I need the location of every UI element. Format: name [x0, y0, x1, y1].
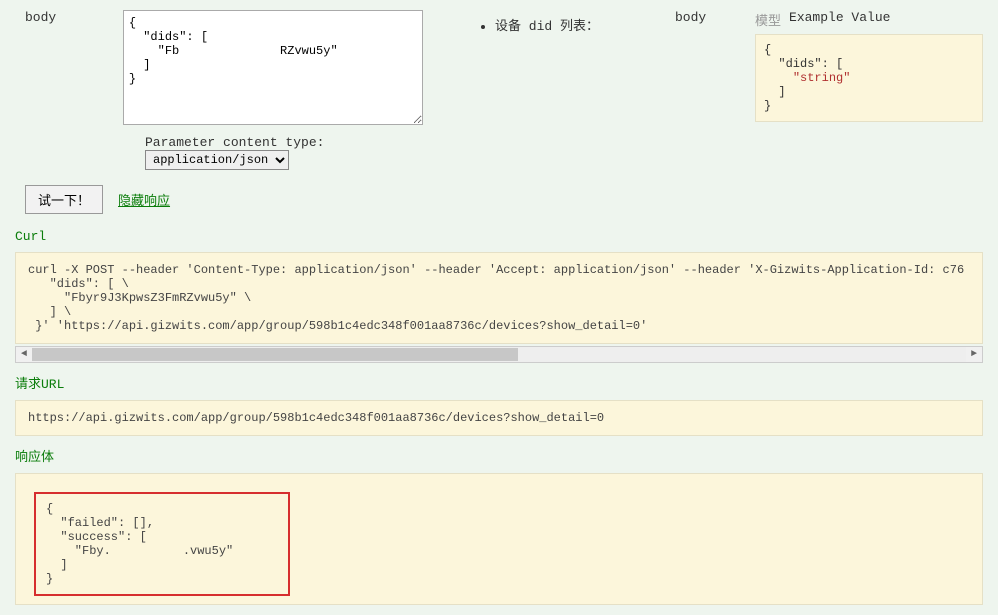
param-name-label: body [15, 10, 115, 25]
scroll-thumb[interactable] [32, 348, 518, 361]
scroll-left-arrow-icon[interactable]: ◄ [16, 347, 32, 362]
response-body-section-title: 响应体 [15, 446, 983, 465]
scroll-track[interactable] [32, 347, 966, 362]
description-list: 设备 did 列表： [475, 15, 655, 34]
curl-code-block[interactable]: curl -X POST --header 'Content-Type: app… [15, 252, 983, 344]
hide-response-link[interactable]: 隐藏响应 [118, 190, 170, 209]
content-type-select[interactable]: application/json [145, 150, 289, 170]
param-type-label: body [675, 10, 706, 25]
request-url-block[interactable]: https://api.gizwits.com/app/group/598b1c… [15, 400, 983, 436]
body-textarea[interactable] [123, 10, 423, 125]
try-it-button[interactable]: 试一下！ [25, 185, 103, 214]
content-type-label: Parameter content type: [145, 135, 324, 150]
request-url-section-title: 请求URL [15, 373, 983, 392]
response-body-block[interactable]: { "failed": [], "success": [ "Fby. .vwu5… [34, 492, 290, 596]
response-body-wrap: { "failed": [], "success": [ "Fby. .vwu5… [15, 473, 983, 605]
scroll-right-arrow-icon[interactable]: ► [966, 347, 982, 362]
curl-section-title: Curl [15, 229, 983, 244]
model-tab[interactable]: 模型 [755, 10, 781, 29]
desc-item: 设备 did 列表： [495, 15, 655, 34]
example-value-box[interactable]: { "dids": [ "string" ] } [755, 34, 983, 122]
example-value-tab[interactable]: Example Value [789, 10, 890, 29]
horizontal-scrollbar[interactable]: ◄ ► [15, 346, 983, 363]
